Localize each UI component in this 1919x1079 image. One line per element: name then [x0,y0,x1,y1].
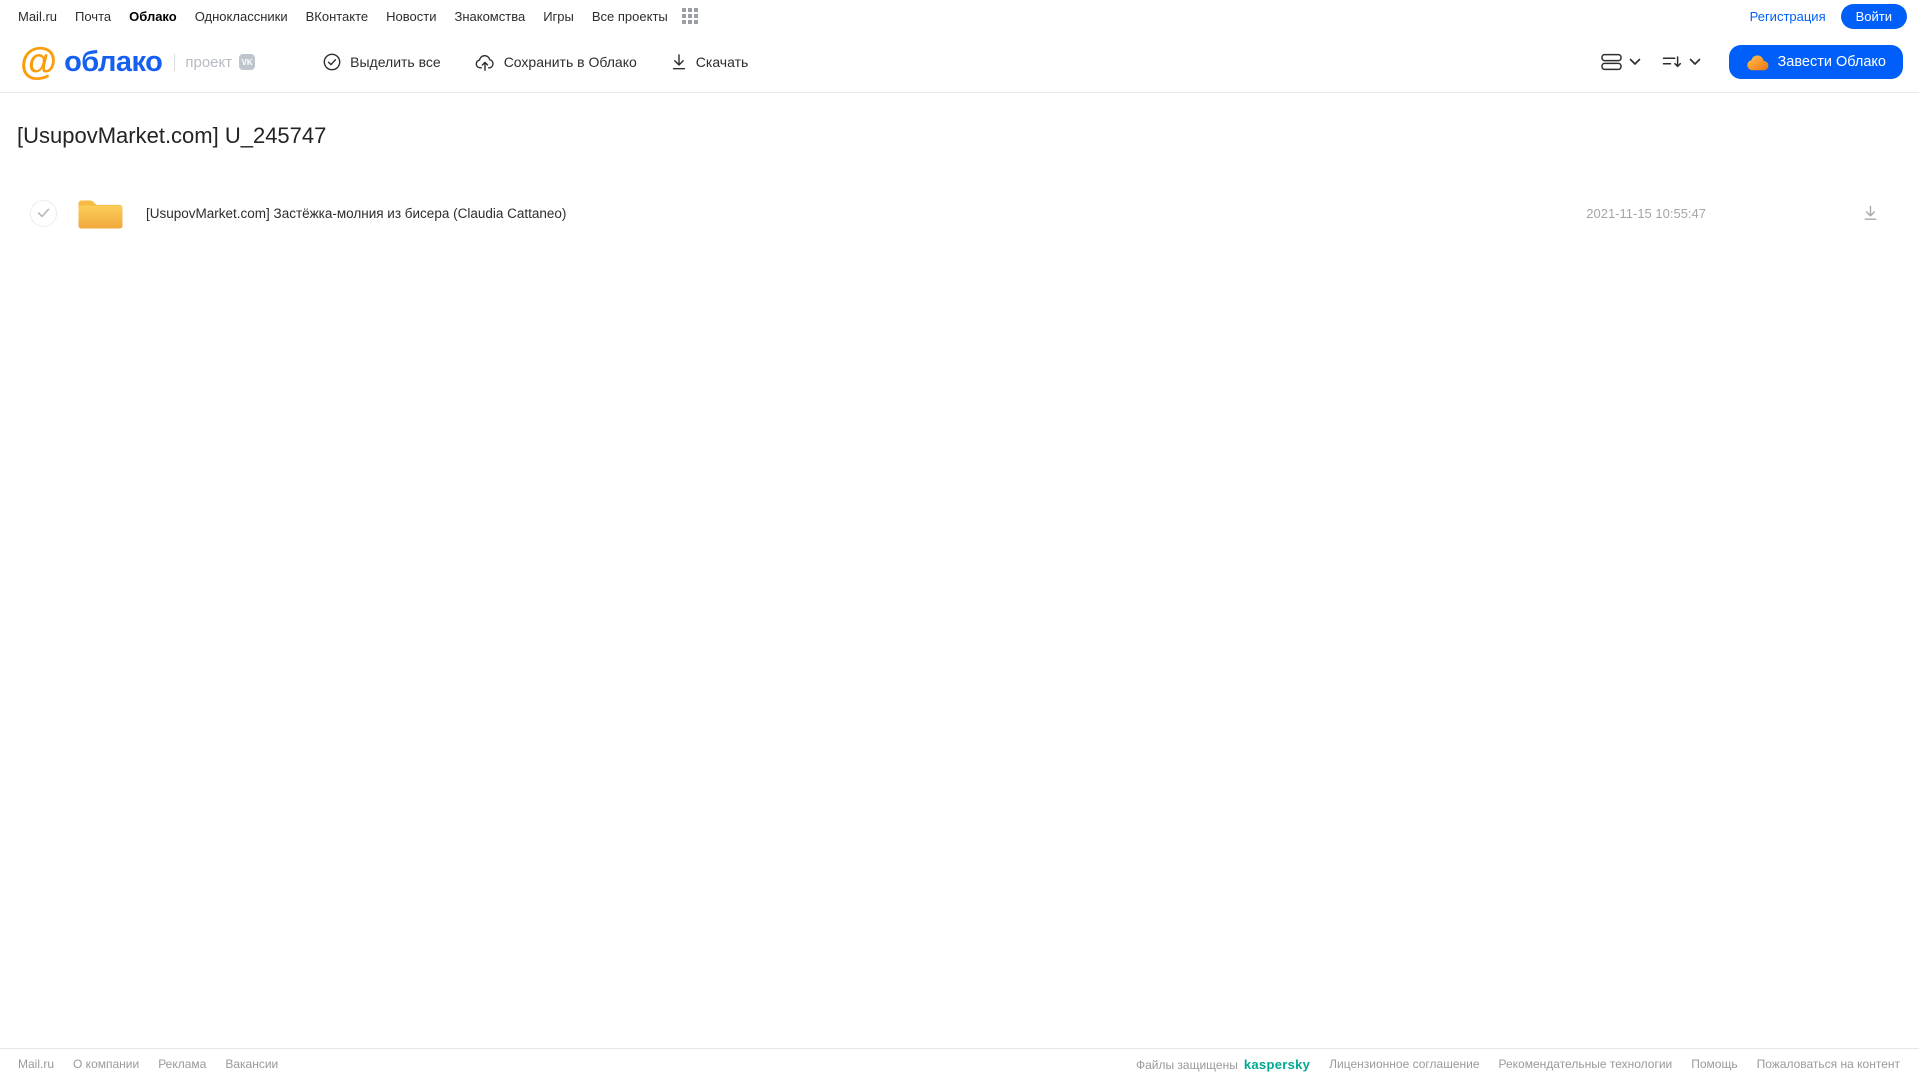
nav-link-odnoklassniki[interactable]: Одноклассники [195,9,288,24]
cloud-upload-icon [475,53,495,72]
create-cloud-button[interactable]: Завести Облако [1728,45,1903,79]
logo-divider [174,53,176,71]
nav-link-novosti[interactable]: Новости [386,9,436,24]
sort-icon [1662,54,1682,70]
file-list: [UsupovMarket.com] Застёжка-молния из би… [0,185,1919,241]
nav-link-igry[interactable]: Игры [543,9,574,24]
nav-link-all-projects[interactable]: Все проекты [592,9,668,24]
header-right-controls: Завести Облако [1600,45,1903,79]
portal-nav-links: Mail.ru Почта Облако Одноклассники ВКонт… [18,8,698,24]
download-icon [1863,205,1878,221]
logo-brand-text: облако [64,45,163,78]
chevron-down-icon [1629,58,1641,66]
save-to-cloud-button[interactable]: Сохранить в Облако [475,53,637,72]
download-icon [671,53,687,71]
mailru-at-icon: @ [20,41,58,83]
orange-cloud-icon [1746,54,1769,71]
footer-link-recommendation-tech[interactable]: Рекомендательные технологии [1499,1057,1673,1071]
footer-link-company[interactable]: О компании [73,1057,139,1071]
portal-nav-auth: Регистрация Войти [1750,3,1907,29]
page-title: [UsupovMarket.com] U_245747 [17,123,327,148]
footer-link-report-content[interactable]: Пожаловаться на контент [1757,1057,1900,1071]
download-label: Скачать [695,54,749,70]
apps-grid-icon[interactable] [681,8,698,24]
portal-nav: Mail.ru Почта Облако Одноклассники ВКонт… [0,0,1919,32]
create-cloud-label: Завести Облако [1777,54,1886,70]
app-header: @ облако проект VK Выделить все Сохранит… [0,32,1919,93]
login-button[interactable]: Войти [1840,3,1907,29]
sort-button[interactable] [1662,54,1701,70]
kaspersky-logo: kaspersky [1243,1056,1311,1072]
file-row[interactable]: [UsupovMarket.com] Застёжка-молния из би… [0,185,1919,241]
nav-link-mailru[interactable]: Mail.ru [18,9,57,24]
checkmark-icon [37,208,50,218]
kaspersky-protection: Файлы защищены kaspersky [1136,1057,1310,1072]
page-footer: Mail.ru О компании Реклама Вакансии Файл… [0,1048,1919,1079]
row-checkbox[interactable] [30,199,57,227]
footer-link-help[interactable]: Помощь [1691,1057,1737,1071]
register-link[interactable]: Регистрация [1750,9,1826,24]
nav-link-znakomstva[interactable]: Знакомства [454,9,525,24]
footer-right-links: Файлы защищены kaspersky Лицензионное со… [1136,1057,1900,1072]
footer-left-links: Mail.ru О компании Реклама Вакансии [18,1057,278,1071]
cloud-logo[interactable]: @ облако проект VK [20,41,256,83]
file-toolbar: Выделить все Сохранить в Облако Скачать [323,53,748,72]
select-all-label: Выделить все [350,54,441,70]
file-date: 2021-11-15 10:55:47 [1586,205,1706,221]
select-all-button[interactable]: Выделить все [323,53,441,72]
vk-badge-icon: VK [239,54,256,70]
nav-link-oblako[interactable]: Облако [129,9,177,24]
save-to-cloud-label: Сохранить в Облако [503,54,637,70]
view-mode-button[interactable] [1600,52,1641,72]
logo-project-text: проект [185,53,233,71]
cloud-mailru-page: Mail.ru Почта Облако Одноклассники ВКонт… [0,0,1919,1079]
list-view-icon [1600,52,1622,72]
nav-link-pochta[interactable]: Почта [75,9,111,24]
footer-link-jobs[interactable]: Вакансии [225,1057,278,1071]
file-name-link[interactable]: [UsupovMarket.com] Застёжка-молния из би… [146,206,1586,221]
check-circle-icon [323,53,341,71]
row-download-button[interactable] [1863,205,1878,221]
footer-link-ads[interactable]: Реклама [158,1057,206,1071]
folder-icon [77,196,124,230]
nav-link-vkontakte[interactable]: ВКонтакте [306,9,369,24]
footer-link-license[interactable]: Лицензионное соглашение [1329,1057,1479,1071]
footer-link-mailru[interactable]: Mail.ru [18,1057,54,1071]
protection-label: Файлы защищены [1135,1057,1238,1072]
chevron-down-icon [1689,58,1701,66]
shared-folder-content: [UsupovMarket.com] U_245747 [UsupovMarke… [0,123,1919,241]
download-button[interactable]: Скачать [671,53,749,72]
